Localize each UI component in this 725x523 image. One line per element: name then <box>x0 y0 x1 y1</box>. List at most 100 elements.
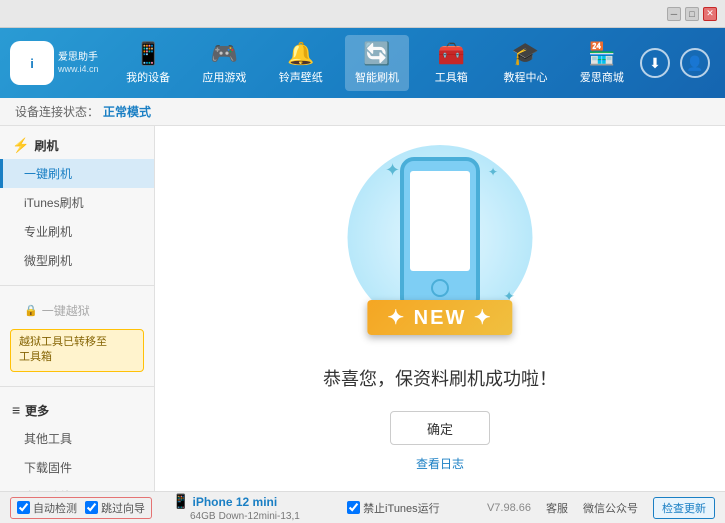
confirm-button[interactable]: 确定 <box>390 411 490 445</box>
itunes-status-checkbox[interactable]: 禁止iTunes运行 <box>347 500 440 516</box>
toolbox-label: 工具箱 <box>435 69 468 85</box>
nav-tutorial[interactable]: 🎓 教程中心 <box>494 35 558 91</box>
update-button[interactable]: 检查更新 <box>653 497 715 519</box>
top-navigation: i 爱思助手 www.i4.cn 📱 我的设备 🎮 应用游戏 🔔 铃声壁纸 🔄 … <box>0 28 725 98</box>
skip-wizard-checkbox[interactable]: 跳过向导 <box>85 500 145 516</box>
mall-icon: 🏪 <box>588 41 615 67</box>
my-device-icon: 📱 <box>134 41 161 67</box>
phone-body <box>400 157 480 312</box>
update-button-label: 检查更新 <box>662 503 706 515</box>
app-game-icon: 🎮 <box>211 41 238 67</box>
checkbox-group: 自动检测 跳过向导 <box>10 497 152 519</box>
download-firmware-label: 下载固件 <box>24 461 72 475</box>
logo-area: i 爱思助手 www.i4.cn <box>10 41 110 85</box>
more-header-icon: ≡ <box>12 402 20 418</box>
wechat-link[interactable]: 微信公众号 <box>583 500 638 516</box>
close-button[interactable]: ✕ <box>703 7 717 21</box>
tutorial-label: 教程中心 <box>504 69 548 85</box>
jailbreak-warning: 越狱工具已转移至工具箱 <box>10 329 144 372</box>
smart-flash-icon: 🔄 <box>363 41 390 67</box>
phone-screen <box>410 171 470 271</box>
nav-app-game[interactable]: 🎮 应用游戏 <box>192 35 256 91</box>
logo-icon: i <box>10 41 54 85</box>
lock-icon: 🔒 <box>24 304 38 317</box>
status-bar: 设备连接状态： 正常模式 <box>0 98 725 126</box>
jailbreak-label: 一键越狱 <box>42 302 90 319</box>
flash-section: ⚡ 刷机 一键刷机 iTunes刷机 专业刷机 微型刷机 <box>0 126 154 281</box>
smart-flash-label: 智能刷机 <box>355 69 399 85</box>
new-badge: ✦ NEW ✦ <box>367 300 512 335</box>
auto-detect-input[interactable] <box>17 501 30 514</box>
user-button[interactable]: 👤 <box>680 48 710 78</box>
more-section-header: ≡ 更多 <box>0 397 154 424</box>
sidebar-item-download-firmware[interactable]: 下载固件 <box>0 453 154 482</box>
skip-wizard-label: 跳过向导 <box>101 500 145 516</box>
app-game-label: 应用游戏 <box>202 69 246 85</box>
sidebar-item-pro-flash[interactable]: 专业刷机 <box>0 217 154 246</box>
sidebar-item-itunes-flash[interactable]: iTunes刷机 <box>0 188 154 217</box>
sidebar-item-one-key-flash[interactable]: 一键刷机 <box>0 159 154 188</box>
itunes-status-input[interactable] <box>347 501 360 514</box>
auto-detect-label: 自动检测 <box>33 500 77 516</box>
device-firmware-value: Down-12mini-13,1 <box>219 511 300 522</box>
ringtone-icon: 🔔 <box>287 41 314 67</box>
pro-flash-label: 专业刷机 <box>24 225 72 239</box>
one-key-flash-label: 一键刷机 <box>24 167 72 181</box>
content-area: ✦ ✦ ✦ ✦ NEW ✦ 恭喜您，保资料刷机成功啦！ 确定 查看日志 <box>155 126 725 491</box>
logo-text: 爱思助手 www.i4.cn <box>58 51 99 76</box>
title-bar: ─ □ ✕ <box>0 0 725 28</box>
flash-header-icon: ⚡ <box>12 137 29 154</box>
other-tools-label: 其他工具 <box>24 432 72 446</box>
more-header-label: 更多 <box>25 402 49 419</box>
secondary-link[interactable]: 查看日志 <box>416 455 464 472</box>
star-right-top: ✦ <box>488 165 498 179</box>
sidebar-divider-2 <box>0 386 154 387</box>
logo-url: www.i4.cn <box>58 64 99 76</box>
nav-mall[interactable]: 🏪 爱思商城 <box>570 35 634 91</box>
nav-ringtone[interactable]: 🔔 铃声壁纸 <box>269 35 333 91</box>
sidebar-item-jailbreak: 🔒 一键越狱 <box>0 296 154 325</box>
device-info: 📱 iPhone 12 mini 64GB Down-12mini-13,1 <box>172 493 300 522</box>
itunes-status-label: 禁止iTunes运行 <box>363 500 440 516</box>
sidebar-item-other-tools[interactable]: 其他工具 <box>0 424 154 453</box>
mall-label: 爱思商城 <box>580 69 624 85</box>
advanced-label: 高级功能 <box>24 490 72 491</box>
flash-header-label: 刷机 <box>34 137 58 154</box>
bottom-left: 自动检测 跳过向导 📱 iPhone 12 mini 64GB Down-12m… <box>10 493 300 522</box>
sidebar-item-micro-flash[interactable]: 微型刷机 <box>0 246 154 275</box>
logo-name: 爱思助手 <box>58 51 99 64</box>
nav-toolbox[interactable]: 🧰 工具箱 <box>421 35 481 91</box>
minimize-button[interactable]: ─ <box>667 7 681 21</box>
jailbreak-section: 🔒 一键越狱 越狱工具已转移至工具箱 <box>0 290 154 382</box>
flash-section-header: ⚡ 刷机 <box>0 132 154 159</box>
sidebar: ⚡ 刷机 一键刷机 iTunes刷机 专业刷机 微型刷机 🔒 一键越狱 <box>0 126 155 491</box>
skip-wizard-input[interactable] <box>85 501 98 514</box>
my-device-label: 我的设备 <box>126 69 170 85</box>
auto-detect-checkbox[interactable]: 自动检测 <box>17 500 77 516</box>
nav-right-controls: ⬇ 👤 <box>640 48 715 78</box>
device-phone-icon: 📱 <box>172 493 189 509</box>
download-button[interactable]: ⬇ <box>640 48 670 78</box>
nav-my-device[interactable]: 📱 我的设备 <box>116 35 180 91</box>
success-text: 恭喜您，保资料刷机成功啦！ <box>323 365 557 391</box>
confirm-button-label: 确定 <box>427 422 453 437</box>
toolbox-icon: 🧰 <box>438 41 465 67</box>
nav-items: 📱 我的设备 🎮 应用游戏 🔔 铃声壁纸 🔄 智能刷机 🧰 工具箱 🎓 教程中心… <box>110 35 640 91</box>
nav-smart-flash[interactable]: 🔄 智能刷机 <box>345 35 409 91</box>
sidebar-item-advanced[interactable]: 高级功能 <box>0 482 154 491</box>
support-link[interactable]: 客服 <box>546 500 568 516</box>
more-section: ≡ 更多 其他工具 下载固件 高级功能 <box>0 391 154 491</box>
ringtone-label: 铃声壁纸 <box>279 69 323 85</box>
star-left: ✦ <box>385 160 400 181</box>
micro-flash-label: 微型刷机 <box>24 254 72 268</box>
maximize-button[interactable]: □ <box>685 7 699 21</box>
success-illustration: ✦ ✦ ✦ ✦ NEW ✦ <box>340 145 540 355</box>
tutorial-icon: 🎓 <box>512 41 539 67</box>
secondary-link-label: 查看日志 <box>416 457 464 471</box>
bottom-bar: 自动检测 跳过向导 📱 iPhone 12 mini 64GB Down-12m… <box>0 491 725 523</box>
window-controls[interactable]: ─ □ ✕ <box>667 7 717 21</box>
device-storage: 64GB <box>190 511 216 522</box>
main-layout: ⚡ 刷机 一键刷机 iTunes刷机 专业刷机 微型刷机 🔒 一键越狱 <box>0 126 725 491</box>
bottom-right: V7.98.66 客服 微信公众号 检查更新 <box>487 497 715 519</box>
sidebar-divider-1 <box>0 285 154 286</box>
